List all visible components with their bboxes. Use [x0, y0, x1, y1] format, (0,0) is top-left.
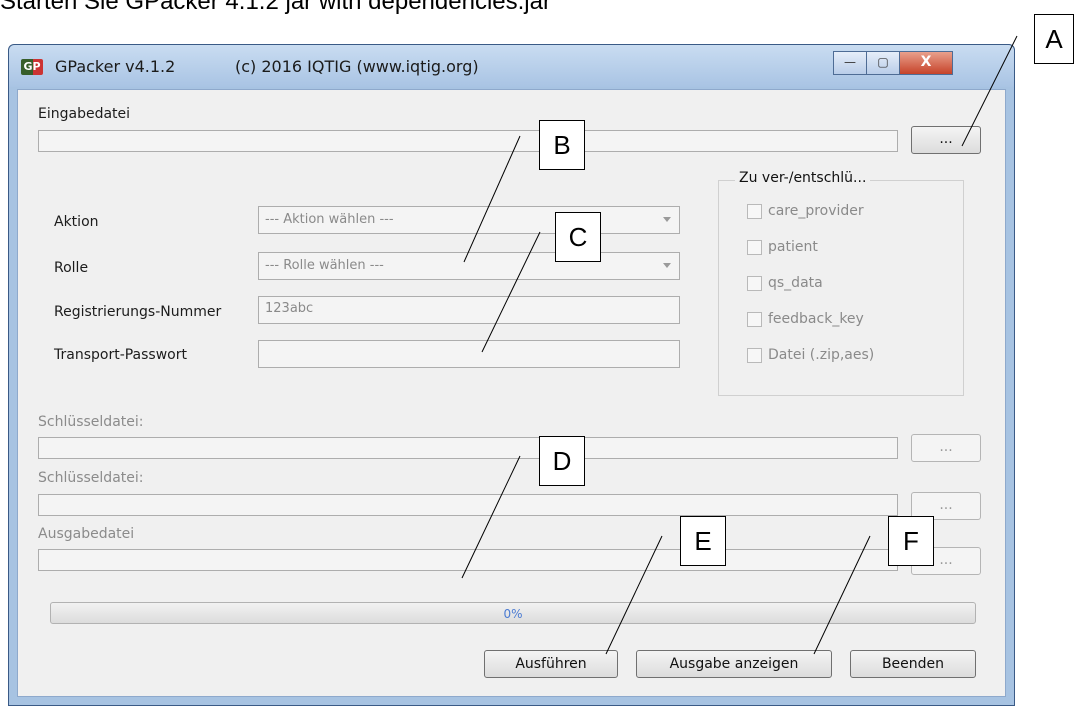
checkbox-box[interactable]	[747, 275, 762, 291]
checkbox-feedback-key[interactable]: feedback_key	[747, 311, 864, 327]
progress-text: 0%	[503, 607, 523, 621]
encryption-targets-title: Zu ver-/entschlü...	[735, 170, 871, 186]
input-file-browse-button[interactable]: ...	[911, 126, 981, 154]
gpacker-window: GP GPacker v4.1.2 (c) 2016 IQTIG (www.iq…	[8, 44, 1015, 706]
checkbox-box[interactable]	[747, 347, 762, 363]
transport-password-label: Transport-Passwort	[54, 347, 187, 363]
callout-a: A	[1034, 14, 1074, 64]
gpacker-app-icon: GP	[21, 59, 43, 75]
checkbox-box[interactable]	[747, 311, 762, 327]
checkbox-label: qs_data	[768, 275, 823, 291]
action-label: Aktion	[54, 214, 99, 230]
callout-e: E	[680, 516, 726, 566]
window-client-area: Eingabedatei ... Aktion --- Aktion wähle…	[17, 89, 1006, 697]
chevron-down-icon	[663, 263, 671, 268]
show-output-button[interactable]: Ausgabe anzeigen	[636, 650, 832, 678]
close-button[interactable]: X	[899, 51, 953, 75]
role-select[interactable]: --- Rolle wählen ---	[258, 252, 680, 280]
chevron-down-icon	[663, 217, 671, 222]
maximize-button[interactable]: ▢	[866, 51, 900, 75]
checkbox-label: Datei (.zip,aes)	[768, 347, 875, 363]
checkbox-care-provider[interactable]: care_provider	[747, 203, 864, 219]
input-file-label: Eingabedatei	[38, 106, 131, 122]
key-file-2-field[interactable]	[38, 494, 898, 516]
checkbox-label: feedback_key	[768, 311, 864, 327]
caption-text: Starten Sie GPacker 4.1.2 jar with depen…	[0, 0, 551, 15]
encryption-targets-group: Zu ver-/entschlü... care_provider patien…	[718, 170, 964, 396]
checkbox-file-zip-aes[interactable]: Datei (.zip,aes)	[747, 347, 874, 363]
registration-number-field[interactable]: 123abc	[258, 296, 680, 324]
key-file-2-label: Schlüsseldatei:	[38, 470, 144, 486]
checkbox-patient[interactable]: patient	[747, 239, 818, 255]
title-bar: GP GPacker v4.1.2 (c) 2016 IQTIG (www.iq…	[9, 45, 1014, 87]
transport-password-field[interactable]	[258, 340, 680, 368]
callout-f: F	[888, 516, 934, 566]
callout-d: D	[539, 436, 585, 486]
progress-bar: 0%	[50, 602, 976, 624]
output-file-label: Ausgabedatei	[38, 526, 135, 542]
run-button[interactable]: Ausführen	[484, 650, 618, 678]
input-file-field[interactable]	[38, 130, 898, 152]
checkbox-box[interactable]	[747, 203, 762, 219]
action-select-value: --- Aktion wählen ---	[265, 212, 394, 227]
checkbox-label: patient	[768, 239, 818, 255]
callout-c: C	[555, 212, 601, 262]
callout-b: B	[539, 120, 585, 170]
role-select-value: --- Rolle wählen ---	[265, 258, 384, 273]
key-file-1-browse-button[interactable]: ...	[911, 434, 981, 462]
window-title: GPacker v4.1.2	[55, 57, 176, 76]
registration-number-label: Registrierungs-Nummer	[54, 304, 222, 320]
window-copyright: (c) 2016 IQTIG (www.iqtig.org)	[235, 57, 479, 76]
minimize-button[interactable]: —	[833, 51, 867, 75]
key-file-1-label: Schlüsseldatei:	[38, 414, 144, 430]
key-file-1-field[interactable]	[38, 437, 898, 459]
role-label: Rolle	[54, 260, 89, 276]
output-file-field[interactable]	[38, 549, 898, 571]
checkbox-label: care_provider	[768, 203, 864, 219]
exit-button[interactable]: Beenden	[850, 650, 976, 678]
checkbox-box[interactable]	[747, 239, 762, 255]
action-select[interactable]: --- Aktion wählen ---	[258, 206, 680, 234]
checkbox-qs-data[interactable]: qs_data	[747, 275, 823, 291]
